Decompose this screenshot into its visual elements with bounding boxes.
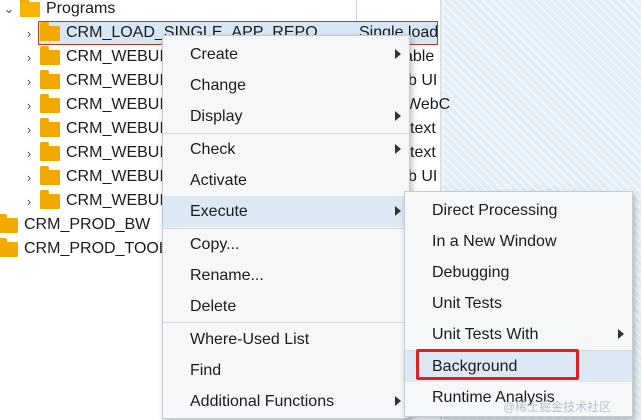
tree-node-programs[interactable]: ⌄ Programs bbox=[2, 0, 115, 21]
menu-item-debugging[interactable]: Debugging bbox=[405, 257, 632, 288]
menu-item-label: Rename... bbox=[190, 266, 264, 284]
tree-node[interactable]: › CRM_WEBUI_ bbox=[22, 69, 173, 93]
annotation-highlight-box bbox=[416, 349, 579, 380]
watermark: @稀土掘金技术社区 bbox=[503, 400, 612, 414]
folder-icon bbox=[40, 45, 60, 65]
chevron-right-icon[interactable]: › bbox=[22, 21, 36, 45]
chevron-right-icon[interactable]: › bbox=[22, 93, 36, 117]
menu-item-check[interactable]: Check bbox=[163, 134, 409, 165]
menu-item-additional-functions[interactable]: Additional Functions bbox=[163, 386, 409, 417]
tree-node[interactable]: › CRM_WEBUI_ bbox=[22, 93, 173, 117]
menu-item-execute[interactable]: Execute bbox=[163, 196, 409, 227]
folder-icon bbox=[40, 93, 60, 113]
submenu-arrow-icon bbox=[395, 206, 401, 216]
chevron-right-icon[interactable]: › bbox=[22, 189, 36, 213]
tree-node-description: b UI bbox=[408, 72, 438, 89]
menu-item-label: Unit Tests With bbox=[432, 325, 539, 343]
tree-node-label: CRM_WEBUI_ bbox=[66, 48, 173, 65]
tree-node[interactable]: › CRM_WEBUI_ bbox=[22, 165, 173, 189]
folder-icon bbox=[0, 237, 18, 257]
menu-item-unit-tests-with[interactable]: Unit Tests With bbox=[405, 319, 632, 350]
menu-item-label: Execute bbox=[190, 202, 248, 220]
tree-node-label: CRM_PROD_BW bbox=[24, 216, 151, 233]
tree-node-label: CRM_WEBUI_ bbox=[66, 192, 173, 209]
chevron-right-icon[interactable]: › bbox=[22, 141, 36, 165]
tree-node-description: text bbox=[410, 120, 436, 137]
submenu-arrow-icon bbox=[395, 111, 401, 121]
chevron-right-icon[interactable]: › bbox=[22, 69, 36, 93]
menu-item-label: Change bbox=[190, 76, 247, 94]
tree-node-label: CRM_WEBUI_ bbox=[66, 96, 173, 113]
menu-item-unit-tests[interactable]: Unit Tests bbox=[405, 288, 632, 319]
menu-item-activate[interactable]: Activate bbox=[163, 165, 409, 196]
tree-node-description: text bbox=[410, 144, 436, 161]
folder-icon bbox=[40, 69, 60, 89]
tree-node[interactable]: › CRM_WEBUI_ bbox=[22, 45, 173, 69]
menu-item-label: Delete bbox=[190, 297, 237, 315]
folder-icon bbox=[40, 189, 60, 209]
menu-item-label: Display bbox=[190, 107, 243, 125]
folder-icon bbox=[40, 117, 60, 137]
menu-item-label: Create bbox=[190, 45, 239, 63]
menu-item-create[interactable]: Create bbox=[163, 39, 409, 70]
tree-node-description: b UI bbox=[408, 168, 438, 185]
tree-node[interactable]: › CRM_WEBUI_ bbox=[22, 117, 173, 141]
menu-item-delete[interactable]: Delete bbox=[163, 291, 409, 322]
menu-item-label: Find bbox=[190, 361, 222, 379]
submenu-arrow-icon bbox=[395, 396, 401, 406]
menu-item-label: Debugging bbox=[432, 263, 510, 281]
menu-item-label: Unit Tests bbox=[432, 294, 502, 312]
tree-node-label: Programs bbox=[46, 0, 116, 17]
tree-node-label: CRM_WEBUI_ bbox=[66, 144, 173, 161]
chevron-right-icon[interactable]: › bbox=[22, 165, 36, 189]
folder-open-icon bbox=[20, 0, 40, 17]
submenu-arrow-icon bbox=[618, 329, 624, 339]
menu-item-label: Copy... bbox=[190, 235, 240, 253]
execute-submenu: Direct Processing In a New Window Debugg… bbox=[404, 191, 633, 417]
menu-separator bbox=[163, 322, 409, 323]
submenu-arrow-icon bbox=[395, 144, 401, 154]
chevron-right-icon[interactable]: › bbox=[22, 45, 36, 69]
menu-item-label: Check bbox=[190, 140, 236, 158]
folder-icon bbox=[40, 21, 60, 41]
menu-item-display[interactable]: Display bbox=[163, 101, 409, 132]
tree-node-label: CRM_WEBUI_ bbox=[66, 120, 173, 137]
menu-item-label: In a New Window bbox=[432, 232, 557, 250]
submenu-arrow-icon bbox=[395, 49, 401, 59]
menu-item-where-used-list[interactable]: Where-Used List bbox=[163, 324, 409, 355]
menu-item-change[interactable]: Change bbox=[163, 70, 409, 101]
menu-item-label: Where-Used List bbox=[190, 330, 310, 348]
tree-node[interactable]: CRM_PROD_BW bbox=[0, 213, 150, 237]
context-menu: Create Change Display Check Activate Exe… bbox=[162, 35, 410, 419]
menu-item-label: Activate bbox=[190, 171, 247, 189]
tree-node-label: CRM_WEBUI_ bbox=[66, 168, 173, 185]
tree-node[interactable]: CRM_PROD_TOOL bbox=[0, 237, 168, 261]
menu-item-in-a-new-window[interactable]: In a New Window bbox=[405, 226, 632, 257]
menu-item-find[interactable]: Find bbox=[163, 355, 409, 386]
folder-icon bbox=[40, 141, 60, 161]
tree-node-label: CRM_WEBUI_ bbox=[66, 72, 173, 89]
menu-item-direct-processing[interactable]: Direct Processing bbox=[405, 195, 632, 226]
menu-item-rename[interactable]: Rename... bbox=[163, 260, 409, 291]
menu-item-copy[interactable]: Copy... bbox=[163, 229, 409, 260]
tree-node-label: CRM_PROD_TOOL bbox=[24, 240, 168, 257]
chevron-down-icon[interactable]: ⌄ bbox=[2, 0, 16, 21]
chevron-right-icon[interactable]: › bbox=[22, 117, 36, 141]
menu-item-label: Additional Functions bbox=[190, 392, 335, 410]
tree-node[interactable]: › CRM_WEBUI_ bbox=[22, 141, 173, 165]
tree-node-description: WebC bbox=[406, 96, 451, 113]
menu-item-label: Direct Processing bbox=[432, 201, 558, 219]
tree-node[interactable]: › CRM_WEBUI_ bbox=[22, 189, 173, 213]
folder-icon bbox=[40, 165, 60, 185]
folder-icon bbox=[0, 213, 18, 233]
